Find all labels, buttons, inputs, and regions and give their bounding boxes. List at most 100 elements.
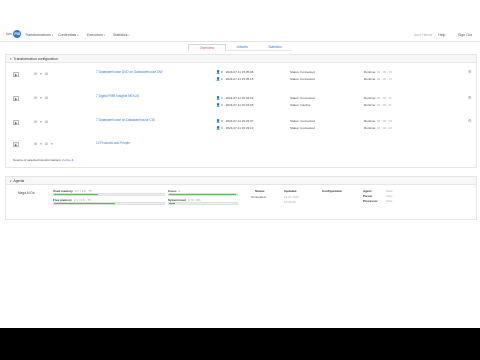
footer-link[interactable]: Active [62, 158, 70, 162]
nav-credentials[interactable]: Credentials▾ [58, 33, 79, 37]
transformation-link[interactable]: 7 Digital PMB Insights NEXUS [96, 94, 139, 98]
user-icon: 👤 [216, 119, 221, 123]
last-run-user: 👤F · 2024-07-11 15:34:05 [216, 103, 253, 107]
transformations-footer: Source of selected transformations: Acti… [13, 158, 73, 162]
last-run-user: 👤F · 2024-07-11 15:33:07 [216, 119, 253, 123]
panel-header[interactable]: ▾ Transformation configuration [6, 55, 476, 63]
runtime-label: Runtime: [364, 119, 377, 123]
transformation-panel: ▾ Transformation configuration ▶ ⚙ ≡ ⚙ 7… [5, 54, 477, 168]
nav-statistics[interactable]: Statistics▾ [113, 33, 130, 37]
bar-fill [169, 194, 236, 195]
row-status: Status: Connected [290, 70, 315, 74]
row-status: Status: Connected [290, 119, 315, 123]
current-user: Arno Harms [414, 33, 433, 37]
free-memory-bar [53, 202, 165, 205]
runtime-value: 00 : 00 : 09 [376, 126, 392, 130]
panel-title: Agents [13, 178, 25, 183]
transformation-row: ▶ ⚙ ≡ ⚙ ≡ 10 Products and People [6, 139, 476, 153]
transformation-row: ▶ ⚙ ≡ ⚙ 7 Datawarehouse DVD on Datawareh… [6, 67, 476, 91]
updated-time: 15:35:06 [284, 200, 296, 204]
top-navigation: Neo PDI Transformations▾ Credentials▾ Ex… [0, 28, 480, 42]
gear-icon[interactable]: ⚙ [468, 118, 472, 123]
parser-key: Parser [363, 194, 373, 198]
play-button[interactable]: ▶ [13, 72, 19, 77]
user-icon: 👤 [216, 103, 221, 107]
nav-sign-out[interactable]: Sign Out [458, 33, 472, 37]
updated-date: 11.07.2024 [284, 195, 299, 199]
runtime-label: Runtime: [364, 96, 377, 100]
play-button[interactable]: ▶ [13, 120, 19, 125]
chevron-down-icon: ▾ [77, 34, 79, 37]
used-memory-bar [53, 193, 165, 196]
tab-statistics[interactable]: Statistics [258, 44, 292, 51]
runtime-label: Runtime: [364, 103, 377, 107]
agent-name: Mega Al Db [18, 191, 35, 195]
configuration-heading: Configuration [322, 189, 343, 193]
nav-help[interactable]: Help [438, 33, 445, 37]
chevron-down-icon: ▾ [128, 34, 130, 37]
last-run-text: F · 2024-07-11 15:33:07 [221, 119, 254, 123]
nav-executors[interactable]: Executors▾ [87, 33, 105, 37]
nav-executors-label: Executors [87, 33, 103, 37]
gear-icon[interactable]: ⚙ [468, 95, 472, 100]
last-run-text: F · 2024-07-11 15:35:15 [221, 77, 254, 81]
transformation-link[interactable]: 7 Datawarehouse on Datawarehouse CDI [96, 118, 155, 122]
status-value: Connected [251, 195, 266, 199]
row-action-icons[interactable]: ⚙ ≡ ⚙ [34, 72, 49, 76]
gear-icon[interactable]: ⚙ [468, 69, 472, 74]
updated-heading: Updated [284, 189, 297, 193]
last-run-text: F · 2024-07-11 15:34:05 [221, 103, 254, 107]
user-icon: 👤 [216, 70, 221, 74]
row-action-icons[interactable]: ⚙ ≡ ⚙ [34, 96, 49, 100]
chevron-down-icon: ▾ [103, 34, 106, 37]
processor-key: Processor [363, 199, 378, 203]
last-run-text: F · 2024-07-11 15:35:06 [221, 70, 254, 74]
cores-bar [168, 193, 238, 196]
nav-statistics-label: Statistics [113, 33, 128, 37]
system-load-bar [168, 202, 238, 205]
tab-jobsets[interactable]: Jobsets [226, 44, 258, 51]
play-button[interactable]: ▶ [13, 142, 19, 147]
nav-transformations[interactable]: Transformations▾ [25, 33, 53, 37]
transformation-link[interactable]: 10 Products and People [96, 141, 130, 145]
chevron-down-icon: ▾ [10, 178, 12, 183]
footer-label: Source of selected transformations: [13, 158, 62, 162]
row-runtime: Runtime: 00 : 00 : 11 [364, 96, 392, 100]
bar-fill [54, 194, 98, 195]
row-status: Status: Connected [290, 126, 315, 130]
last-run-user: 👤F · 2024-07-11 15:33:10 [216, 126, 253, 130]
row-runtime: Runtime: 00 : 00 : 09 [364, 119, 392, 123]
transformation-row: ▶ ⚙ ≡ ⚙ 7 Datawarehouse on Datawarehouse… [6, 115, 476, 139]
last-run-text: F · 2024-07-11 15:33:10 [221, 126, 254, 130]
runtime-value: 00 : 00 : 15 [376, 77, 392, 81]
runtime-label: Runtime: [364, 77, 377, 81]
row-runtime: Runtime: 00 : 00 : 11 [364, 103, 392, 107]
tab-bar: Overview Jobsets Statistics [0, 44, 480, 52]
panel-header[interactable]: ▾ Agents [6, 177, 476, 185]
brand-logo[interactable]: Neo PDI [6, 30, 22, 38]
row-runtime: Runtime: 00 : 00 : 09 [364, 126, 392, 130]
agent-key: Agent [363, 189, 372, 193]
runtime-label: Runtime: [364, 70, 377, 74]
tab-overview[interactable]: Overview [188, 44, 226, 51]
agents-panel: ▾ Agents Mega Al Db Used memory 0.7 / 3.6… [5, 176, 477, 220]
last-run-user: 👤F · 2024-07-11 15:35:06 [216, 70, 253, 74]
status-heading: Status [255, 189, 265, 193]
row-action-icons[interactable]: ⚙ ≡ ⚙ ≡ [34, 142, 54, 146]
chevron-down-icon: ▾ [10, 56, 12, 61]
user-icon: 👤 [216, 126, 221, 130]
row-runtime: Runtime: 00 : 00 : 15 [364, 77, 392, 81]
parser-value: Alles [386, 194, 393, 198]
row-status: Status: Inactive [290, 103, 311, 107]
nav-transformations-label: Transformations [25, 33, 51, 37]
bar-fill [169, 203, 176, 204]
row-action-icons[interactable]: ⚙ ≡ ⚙ [34, 120, 49, 124]
brand-badge-icon: PDI [13, 30, 22, 38]
transformation-link[interactable]: 7 Datawarehouse DVD on Datawarehouse DW [96, 70, 162, 74]
user-icon: 👤 [216, 77, 221, 81]
app-frame: Neo PDI Transformations▾ Credentials▾ Ex… [0, 0, 480, 328]
play-button[interactable]: ▶ [13, 96, 19, 101]
panel-title: Transformation configuration [13, 56, 58, 61]
runtime-value: 00 : 00 : 09 [376, 119, 392, 123]
runtime-label: Runtime: [364, 126, 377, 130]
